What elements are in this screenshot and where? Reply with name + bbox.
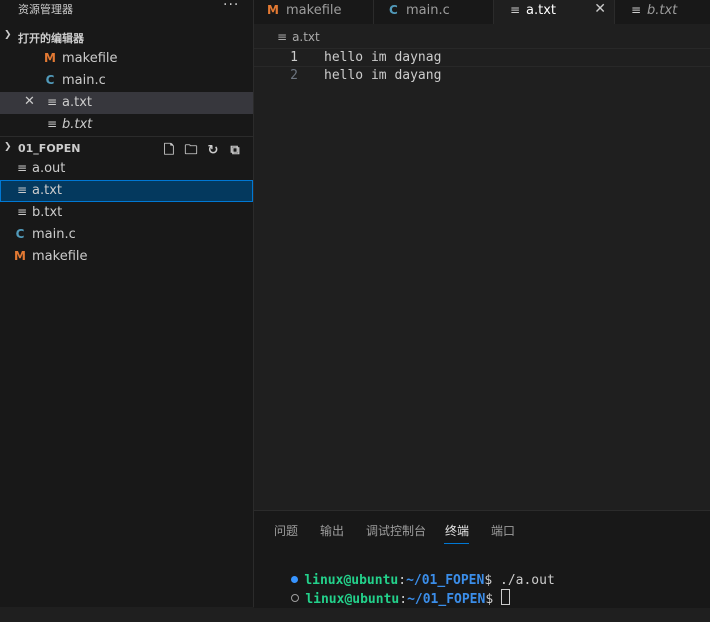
section-divider xyxy=(0,136,253,137)
close-tab-icon[interactable]: ✕ xyxy=(594,1,606,17)
line-text: hello im dayang xyxy=(324,68,442,83)
refresh-icon[interactable]: ↻ xyxy=(202,143,224,158)
file-label: b.txt xyxy=(32,205,63,220)
open-editor-a-txt[interactable]: ✕ ≡ a.txt xyxy=(0,92,253,114)
text-file-icon: ≡ xyxy=(510,3,521,17)
terminal-cursor[interactable] xyxy=(501,589,510,605)
editor-tab-bar: M makefile C main.c ≡ a.txt ✕ ≡ b.txt xyxy=(254,0,710,24)
c-file-icon: C xyxy=(45,73,55,87)
text-file-icon: ≡ xyxy=(16,161,28,175)
terminal-prompt: $ xyxy=(485,592,501,607)
line-text: hello im daynag xyxy=(324,50,442,65)
open-editors-label: 打开的编辑器 xyxy=(18,32,84,45)
open-editor-b-txt[interactable]: ≡ b.txt xyxy=(0,114,253,136)
chevron-down-icon: ❯ xyxy=(4,142,12,152)
tab-a-txt[interactable]: ≡ a.txt ✕ xyxy=(494,0,615,24)
file-a-out[interactable]: ≡ a.out xyxy=(0,158,253,180)
breadcrumb[interactable]: ≡ a.txt xyxy=(277,30,320,44)
open-editor-label: main.c xyxy=(62,73,106,88)
file-label: a.txt xyxy=(32,183,62,198)
file-b-txt[interactable]: ≡ b.txt xyxy=(0,202,253,224)
tab-debug-console[interactable]: 调试控制台 xyxy=(366,522,426,539)
bottom-panel: 问题 输出 调试控制台 终端 端口 linux@ubuntu:~/01_FOPE… xyxy=(254,510,710,608)
file-label: a.out xyxy=(32,161,66,176)
open-editor-label: b.txt xyxy=(62,117,93,132)
makefile-icon: M xyxy=(44,51,56,65)
tab-terminal[interactable]: 终端 xyxy=(445,522,469,539)
open-editors-header[interactable]: ❯ 打开的编辑器 xyxy=(0,26,253,48)
explorer-header: 资源管理器 ··· xyxy=(0,0,253,18)
tab-label: makefile xyxy=(286,3,342,18)
text-file-icon: ≡ xyxy=(277,30,288,44)
file-label: makefile xyxy=(32,249,88,264)
text-file-icon: ≡ xyxy=(16,183,28,197)
text-file-icon: ≡ xyxy=(631,3,642,17)
editor-line: 1 hello im daynag xyxy=(254,48,710,67)
text-file-icon: ≡ xyxy=(46,95,58,109)
file-a-txt[interactable]: ≡ a.txt xyxy=(0,180,253,202)
close-icon[interactable]: ✕ xyxy=(24,94,35,109)
open-editor-label: makefile xyxy=(62,51,118,66)
chevron-down-icon: ❯ xyxy=(4,30,12,40)
active-tab-indicator xyxy=(444,543,469,544)
tab-output[interactable]: 输出 xyxy=(320,522,344,539)
explorer-sidebar: 资源管理器 ··· ❯ 打开的编辑器 M makefile C main.c ✕… xyxy=(0,0,253,607)
file-main-c[interactable]: C main.c xyxy=(0,224,253,246)
tab-b-txt[interactable]: ≡ b.txt xyxy=(615,0,710,24)
makefile-icon: M xyxy=(267,3,279,17)
text-file-icon: ≡ xyxy=(46,117,58,131)
collapse-all-icon[interactable]: ⧉ xyxy=(224,143,246,158)
tab-makefile[interactable]: M makefile xyxy=(254,0,374,24)
text-file-icon: ≡ xyxy=(16,205,28,219)
open-editor-label: a.txt xyxy=(62,95,92,110)
tab-problems[interactable]: 问题 xyxy=(274,522,298,539)
open-editor-main-c[interactable]: C main.c xyxy=(0,70,253,92)
folder-header[interactable]: ❯ 01_FOPEN 🗋 🗀 ↻ ⧉ xyxy=(0,138,253,160)
editor-line: 2 hello im dayang xyxy=(254,67,710,86)
line-number: 2 xyxy=(290,68,298,83)
explorer-title: 资源管理器 xyxy=(18,3,73,16)
command-pending-icon[interactable] xyxy=(291,594,300,602)
folder-label: 01_FOPEN xyxy=(18,142,81,155)
tab-main-c[interactable]: C main.c xyxy=(374,0,494,24)
breadcrumb-label: a.txt xyxy=(292,30,320,44)
tab-label: main.c xyxy=(406,3,450,18)
terminal-sep: : xyxy=(399,592,408,607)
tab-label: b.txt xyxy=(647,3,678,18)
open-editor-makefile[interactable]: M makefile xyxy=(0,48,253,70)
c-file-icon: C xyxy=(15,227,25,241)
line-number: 1 xyxy=(290,50,298,65)
file-label: main.c xyxy=(32,227,76,242)
more-actions-icon[interactable]: ··· xyxy=(223,0,239,13)
tab-ports[interactable]: 端口 xyxy=(491,522,515,539)
terminal-user: linux@ubuntu xyxy=(305,592,400,607)
terminal-path: ~/01_FOPEN xyxy=(407,592,486,607)
tab-label: a.txt xyxy=(526,3,556,18)
terminal-line: linux@ubuntu:~/01_FOPEN$ xyxy=(260,574,510,622)
makefile-icon: M xyxy=(14,249,26,263)
file-makefile[interactable]: M makefile xyxy=(0,246,253,268)
c-file-icon: C xyxy=(389,3,398,17)
